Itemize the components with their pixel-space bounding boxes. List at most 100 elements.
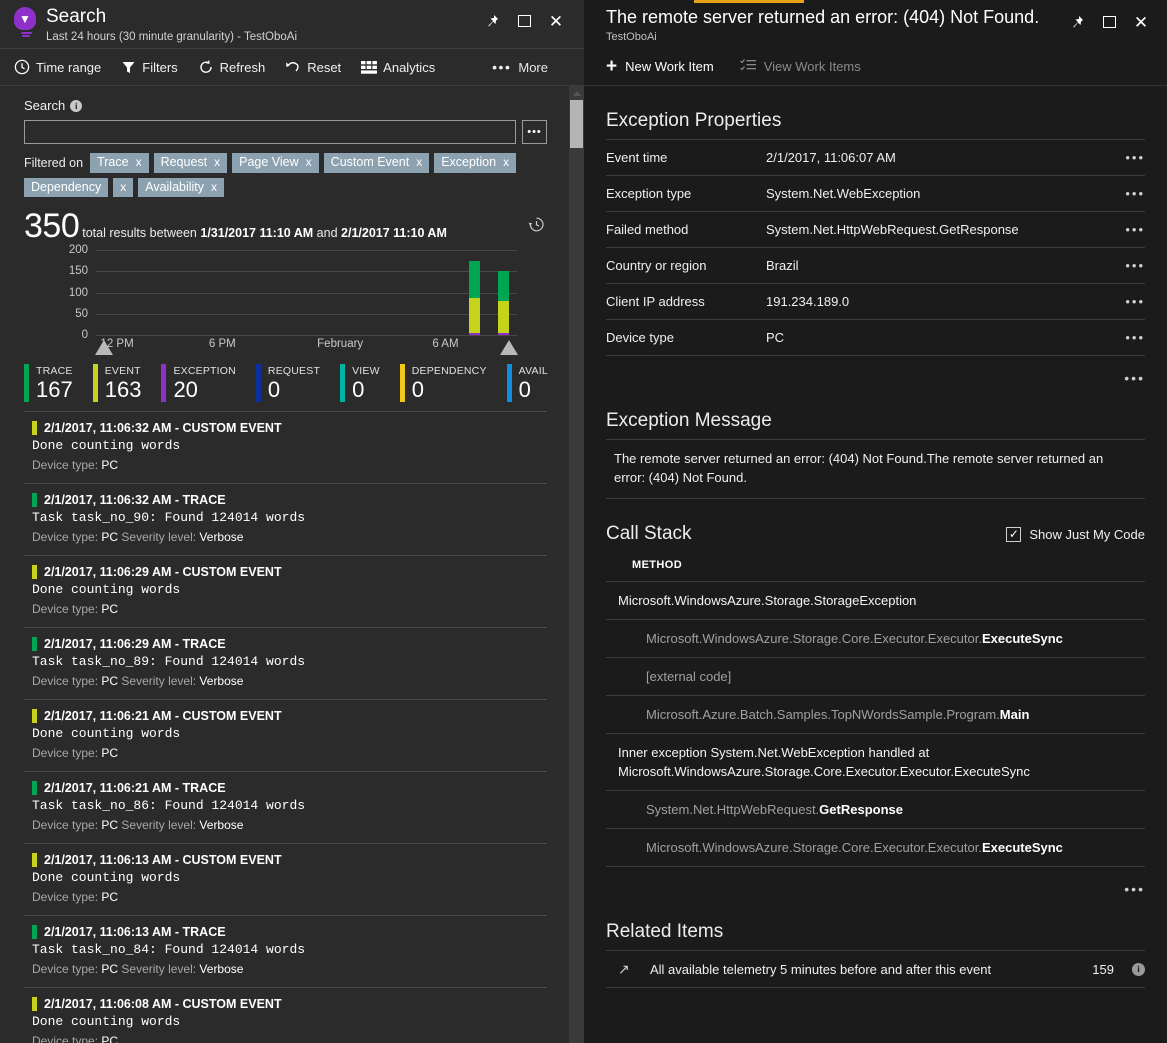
scroll-up-arrow-icon[interactable] [570,87,583,100]
checkbox-icon[interactable]: ✓ [1006,527,1021,542]
call-stack-frame[interactable]: Inner exception System.Net.WebException … [606,733,1145,790]
property-row-menu[interactable]: ••• [1117,186,1145,201]
call-stack-menu[interactable]: ••• [606,881,1145,897]
metric-tile-exception[interactable]: EXCEPTION20 [161,364,235,402]
chart-y-tick-label: 100 [69,287,88,299]
result-item-message: Task task_no_89: Found 124014 words [32,653,539,670]
result-item[interactable]: 2/1/2017, 11:06:29 AM - CUSTOM EVENTDone… [24,556,547,628]
remove-icon[interactable]: x [211,181,217,193]
filter-chip-request[interactable]: Request x [154,153,228,173]
result-item[interactable]: 2/1/2017, 11:06:13 AM - TRACETask task_n… [24,916,547,988]
filter-chip-dependency[interactable]: Dependency [24,178,108,198]
remove-icon[interactable]: x [214,156,220,168]
filter-chip-custom-event[interactable]: Custom Event x [324,153,430,173]
property-row-menu[interactable]: ••• [1117,222,1145,237]
metric-label: REQUEST [268,364,320,378]
result-item[interactable]: 2/1/2017, 11:06:21 AM - CUSTOM EVENTDone… [24,700,547,772]
call-stack-frame[interactable]: Microsoft.WindowsAzure.Storage.Core.Exec… [606,619,1145,657]
scrollbar-thumb[interactable] [570,100,583,148]
toolbar-time-range[interactable]: Time range [14,49,112,85]
pin-icon[interactable] [476,8,508,34]
property-row-menu[interactable]: ••• [1117,258,1145,273]
filter-chip-trace[interactable]: Trace x [90,153,149,173]
time-slider-handle-left[interactable] [95,340,113,355]
call-stack-frame[interactable]: [external code] [606,657,1145,695]
chip-label: Custom Event [331,156,410,169]
view-work-items-button[interactable]: View Work Items [740,58,861,75]
property-value: PC [766,330,1117,345]
chart-bar[interactable] [469,261,480,335]
detail-toolbar: + New Work Item View Work Items [584,48,1167,86]
toolbar-label: Filters [142,60,177,75]
filter-chip-exception[interactable]: Exception x [434,153,516,173]
meta-value: Verbose [199,962,243,976]
metric-tile-avail[interactable]: AVAIL0 [507,364,548,402]
info-icon[interactable]: i [1132,963,1145,976]
property-row-menu[interactable]: ••• [1117,150,1145,165]
filter-chip-dependency-remove[interactable]: x [113,178,133,197]
remove-icon[interactable]: x [503,156,509,168]
chart-bar-segment [469,298,480,333]
remove-icon[interactable]: x [120,181,126,193]
undo-icon [285,59,301,75]
pin-icon[interactable] [1061,9,1093,35]
info-icon[interactable]: i [70,100,82,112]
metric-tile-request[interactable]: REQUEST0 [256,364,320,402]
toolbar-filters[interactable]: Filters [121,49,188,85]
metric-tile-dependency[interactable]: DEPENDENCY0 [400,364,487,402]
call-stack-frame[interactable]: Microsoft.WindowsAzure.Storage.StorageEx… [606,581,1145,619]
toolbar-more-button[interactable]: ••• More [492,59,570,75]
history-clock-icon[interactable] [528,216,545,238]
search-input[interactable] [24,120,516,144]
result-type-color-bar [32,493,37,507]
time-slider-handle-right[interactable] [500,340,518,355]
property-row-menu[interactable]: ••• [1117,330,1145,345]
metric-tile-view[interactable]: VIEW0 [340,364,380,402]
result-type-color-bar [32,637,37,651]
maximize-icon[interactable] [1093,9,1125,35]
toolbar-analytics[interactable]: Analytics [361,49,446,85]
remove-icon[interactable]: x [416,156,422,168]
show-just-my-code-toggle[interactable]: ✓ Show Just My Code [1006,527,1145,542]
result-item[interactable]: 2/1/2017, 11:06:21 AM - TRACETask task_n… [24,772,547,844]
toolbar-reset[interactable]: Reset [285,49,352,85]
result-item-meta: Device type: PC Severity level: Verbose [32,673,539,690]
search-options-button[interactable]: ••• [522,120,547,144]
chart-bar[interactable] [498,271,509,335]
property-key: Failed method [606,222,766,237]
vertical-scrollbar[interactable] [569,86,584,1043]
result-type-color-bar [32,997,37,1011]
result-item-title: 2/1/2017, 11:06:32 AM - TRACE [44,493,226,507]
call-stack-frame[interactable]: System.Net.HttpWebRequest.GetResponse [606,790,1145,828]
chip-label: Page View [239,156,299,169]
page-title: Search [46,5,476,29]
meta-key: Severity level: [121,674,199,688]
call-stack-header: Call Stack ✓ Show Just My Code [606,523,1145,545]
chart-plot-area[interactable]: 050100150200 [96,250,517,336]
result-item[interactable]: 2/1/2017, 11:06:29 AM - TRACETask task_n… [24,628,547,700]
result-item[interactable]: 2/1/2017, 11:06:08 AM - CUSTOM EVENTDone… [24,988,547,1043]
toolbar-refresh[interactable]: Refresh [198,49,277,85]
chart-y-tick-label: 200 [69,244,88,256]
property-row-menu[interactable]: ••• [1117,294,1145,309]
maximize-icon[interactable] [508,8,540,34]
remove-icon[interactable]: x [136,156,142,168]
new-work-item-button[interactable]: + New Work Item [606,57,714,76]
metric-tile-event[interactable]: EVENT163 [93,364,142,402]
remove-icon[interactable]: x [306,156,312,168]
search-blade-titlebar: ▼ Search Last 24 hours (30 minute granul… [0,0,584,48]
search-blade: ▼ Search Last 24 hours (30 minute granul… [0,0,584,1043]
metric-tile-trace[interactable]: TRACE167 [24,364,73,402]
filter-chip-page-view[interactable]: Page View x [232,153,319,173]
call-stack-frame[interactable]: Microsoft.Azure.Batch.Samples.TopNWordsS… [606,695,1145,733]
result-item[interactable]: 2/1/2017, 11:06:13 AM - CUSTOM EVENTDone… [24,844,547,916]
result-item[interactable]: 2/1/2017, 11:06:32 AM - CUSTOM EVENTDone… [24,412,547,484]
meta-value: PC [101,818,121,832]
related-item-row[interactable]: ↗All available telemetry 5 minutes befor… [606,951,1145,988]
result-item[interactable]: 2/1/2017, 11:06:32 AM - TRACETask task_n… [24,484,547,556]
call-stack-frame[interactable]: Microsoft.WindowsAzure.Storage.Core.Exec… [606,828,1145,867]
close-icon[interactable]: ✕ [540,8,572,34]
exception-properties-menu[interactable]: ••• [606,370,1145,386]
close-icon[interactable]: ✕ [1125,9,1157,35]
filter-chip-availability[interactable]: Availability x [138,178,224,198]
